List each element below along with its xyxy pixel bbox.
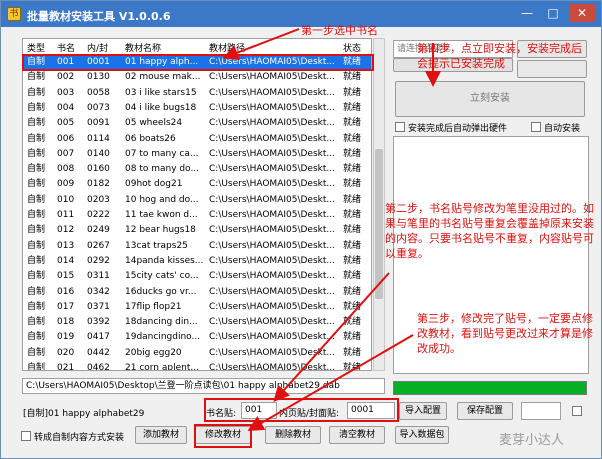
step3-note: 第三步，修改完了贴号，一定要点修改教材，看到贴号更改过来才算是修改成功。 [417, 312, 593, 355]
app-window: 书 批量教材安装工具 V1.0.0.6 — □ ✕ 类型 书名 内/封 教材名称 教材路… [0, 0, 602, 459]
step2-arrow [273, 272, 390, 402]
watermark: 麦芽小达人 [499, 433, 565, 448]
step1-note: 第一步选中书名 [301, 24, 378, 37]
step4-note: 第四步，点立即安装，安装完成后会提示已安装完成 [417, 42, 582, 70]
step3-arrow [247, 334, 414, 432]
step1-arrow [222, 28, 300, 61]
step2-note: 第二步，书名贴号修改为笔里没用过的。如果与笔里的书名贴号重复会覆盖掉原来安装的内… [385, 202, 594, 260]
